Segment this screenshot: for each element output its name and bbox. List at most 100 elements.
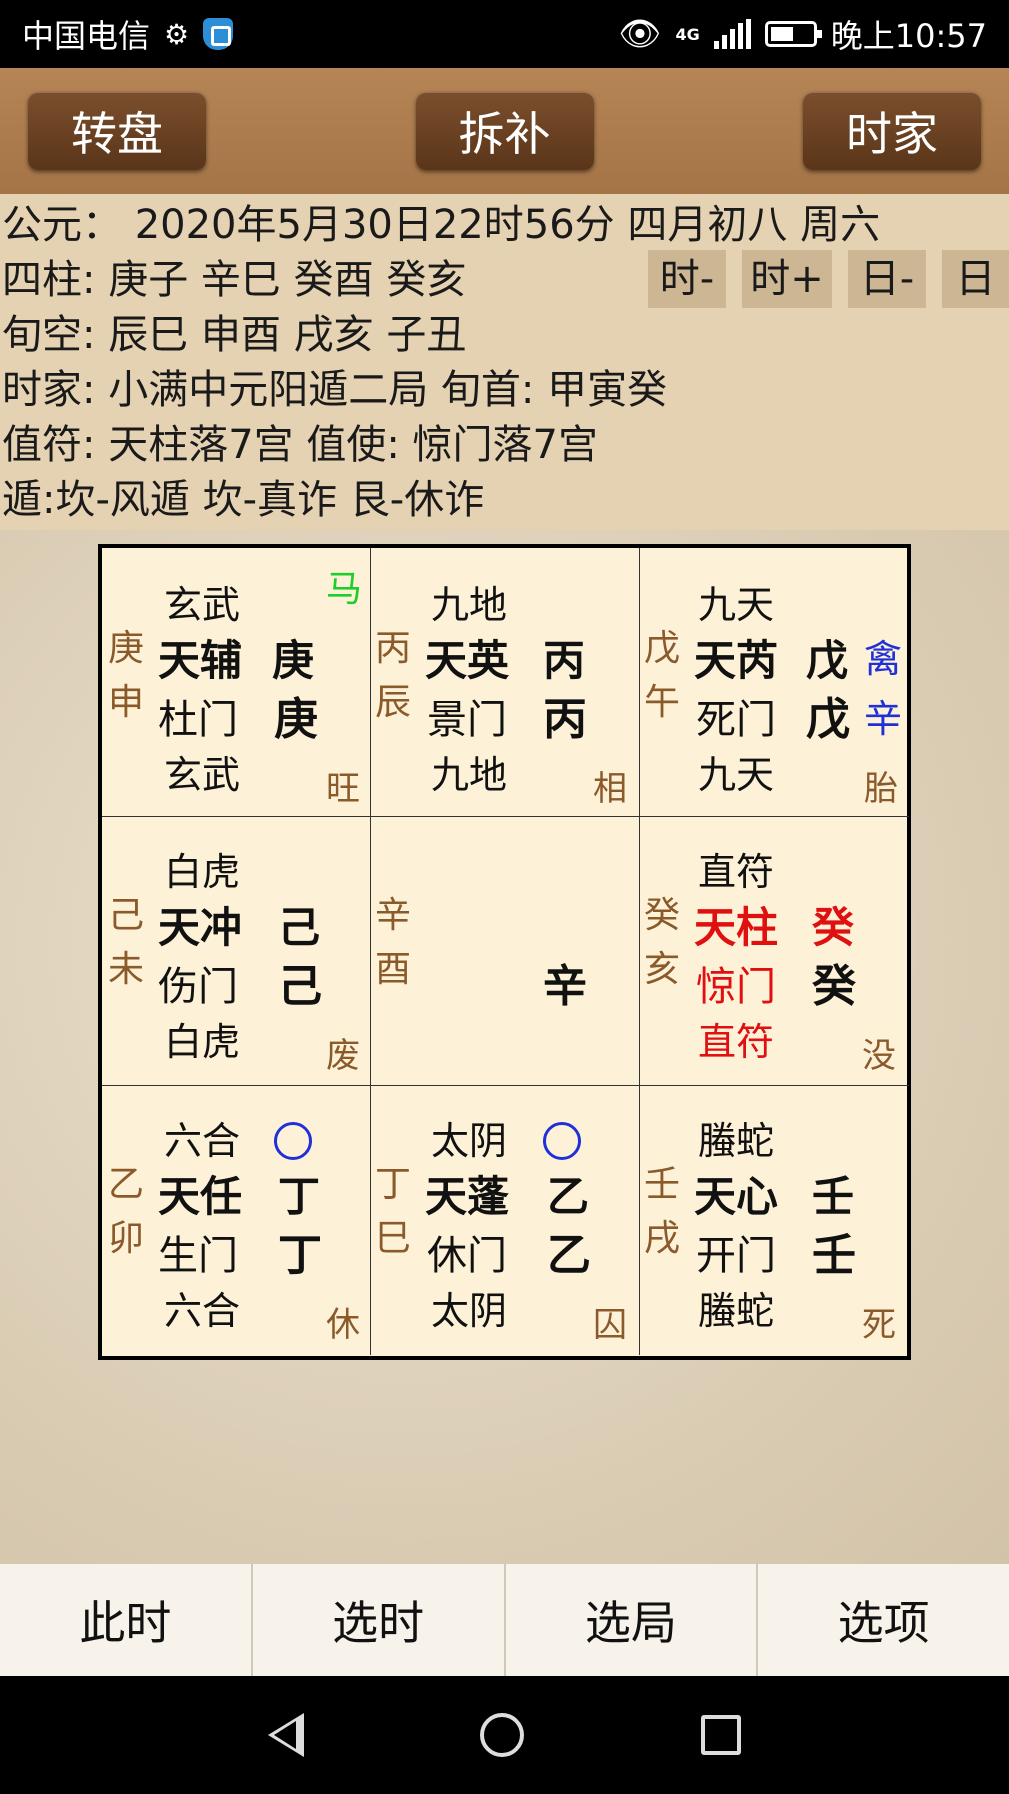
god-label: 白虎 [164,850,241,894]
side-stem-2: 亥 [644,949,681,990]
battery-icon [764,21,822,47]
star-stem: 乙 [547,1172,590,1221]
god-label: 太阴 [431,1119,508,1163]
state-label: 胎 [864,769,898,809]
door-label: 休门 [427,1233,507,1279]
side-stem-1: 壬 [644,1164,681,1205]
god-label: 九地 [431,583,508,627]
palace-1[interactable]: 玄武 马 庚 申 天辅 庚 杜门 庚 玄武 旺 [102,548,371,817]
door-stem: 丙 [543,694,587,745]
back-icon[interactable] [268,1713,305,1757]
star-stem: 癸 [812,903,855,952]
palace-6[interactable]: 直符 癸 亥 天柱 癸 惊门 癸 直符 没 [640,817,909,1086]
extra-star: 禽 [864,637,903,681]
star-stem: 丁 [278,1172,321,1221]
side-stem-1: 辛 [375,895,412,936]
side-stem-1: 癸 [644,895,681,936]
door-label: 伤门 [158,964,238,1010]
horse-mark: 马 [326,569,363,610]
signal-icon [713,19,751,49]
xunkong-line: 旬空: 辰巳 申酉 戌亥 子丑 [2,312,467,358]
door-label: 惊门 [696,964,776,1010]
hour-minus-button[interactable]: 时- [648,250,726,308]
door-stem: 己 [278,961,322,1012]
door-label: 杜门 [158,697,238,743]
palace-5-center[interactable]: 辛 酉 辛 [371,817,640,1086]
info-panel: 公元： 2020年5月30日22时56分 四月初八 周六 四柱: 庚子 辛巳 癸… [0,194,1009,530]
date-line: 公元： 2020年5月30日22时56分 四月初八 周六 [2,202,881,248]
extra-stem: 辛 [864,697,903,741]
select-ju-button[interactable]: 选局 [506,1564,759,1676]
palace-grid: 玄武 马 庚 申 天辅 庚 杜门 庚 玄武 旺 九地 丙 辰 天英 丙 景门 丙… [98,544,911,1360]
star-label: 天蓬 [425,1172,510,1221]
side-stem-1: 戊 [644,628,681,669]
day-minus-button[interactable]: 日- [848,250,926,308]
recent-apps-icon[interactable] [700,1715,741,1755]
palace-9[interactable]: 螣蛇 壬 戌 天心 壬 开门 壬 螣蛇 死 [640,1086,909,1355]
chaibu-button[interactable]: 拆补 [415,92,594,170]
god2-label: 太阴 [431,1289,508,1333]
star-stem: 丙 [543,636,586,685]
state-label: 囚 [593,1305,627,1345]
side-stem-2: 午 [644,682,681,723]
god-label: 玄武 [164,583,241,627]
side-stem-1: 己 [108,895,145,936]
god-label: 六合 [164,1119,241,1163]
clock-label: 晚上10:57 [830,17,987,55]
palace-3[interactable]: 九天 戊 午 天芮 戊 禽 死门 戊 辛 九天 胎 [640,548,909,817]
shijia-button[interactable]: 时家 [803,92,981,170]
home-icon[interactable] [480,1713,525,1757]
star-label: 天辅 [158,636,243,685]
star-label: 天心 [694,1172,779,1221]
kong-circle-icon [274,1122,312,1160]
hour-plus-button[interactable]: 时+ [742,250,832,308]
god2-label: 九地 [431,753,508,797]
options-button[interactable]: 选项 [758,1564,1009,1676]
god2-label: 六合 [164,1289,241,1333]
god2-label: 螣蛇 [698,1289,775,1333]
center-stem: 辛 [543,961,587,1012]
side-stem-2: 巳 [375,1218,412,1259]
eye-icon: 👁 [618,14,662,54]
door-label: 开门 [696,1233,776,1279]
state-label: 旺 [326,769,360,809]
side-stem-2: 卯 [108,1218,145,1259]
navigation-bar [0,1676,1009,1794]
door-stem: 癸 [812,961,856,1012]
god-label: 直符 [698,850,775,894]
palace-7[interactable]: 六合 乙 卯 天任 丁 生门 丁 六合 休 [102,1086,371,1355]
status-bar: 中国电信 ⚙ 👁 4G 晚上10:57 [0,0,1009,68]
day-plus-button[interactable]: 日 [942,250,1009,308]
side-stem-2: 未 [108,949,145,990]
rotate-plate-button[interactable]: 转盘 [28,92,206,170]
kong-circle-icon [543,1122,581,1160]
star-label: 天任 [158,1172,243,1221]
god2-label: 白虎 [164,1020,241,1064]
star-label: 天英 [425,636,510,685]
palace-2[interactable]: 九地 丙 辰 天英 丙 景门 丙 九地 相 [371,548,640,817]
side-stem-2: 申 [108,682,145,723]
state-label: 休 [326,1305,360,1345]
god2-label: 玄武 [164,753,241,797]
star-label: 天柱 [694,903,779,952]
star-label: 天冲 [158,903,243,952]
god-label: 九天 [698,583,775,627]
side-stem-1: 丙 [375,628,412,669]
palace-4[interactable]: 白虎 己 未 天冲 己 伤门 己 白虎 废 [102,817,371,1086]
palace-8[interactable]: 太阴 丁 巳 天蓬 乙 休门 乙 太阴 囚 [371,1086,640,1355]
top-toolbar: 转盘 拆补 时家 [0,68,1009,194]
now-button[interactable]: 此时 [0,1564,253,1676]
side-stem-2: 戌 [644,1218,681,1259]
zhifu-line: 值符: 天柱落7宫 值使: 惊门落7宫 [2,422,598,468]
star-stem: 壬 [812,1172,855,1221]
bottom-bar: 此时 选时 选局 选项 [0,1564,1009,1676]
select-time-button[interactable]: 选时 [253,1564,506,1676]
door-stem: 庚 [274,694,318,745]
star-stem: 庚 [272,636,315,685]
state-label: 相 [593,769,627,809]
door-stem: 乙 [547,1230,591,1281]
state-label: 死 [862,1305,896,1345]
door-stem: 丁 [278,1230,322,1281]
side-stem-1: 丁 [375,1164,412,1205]
side-stem-2: 辰 [375,682,412,723]
